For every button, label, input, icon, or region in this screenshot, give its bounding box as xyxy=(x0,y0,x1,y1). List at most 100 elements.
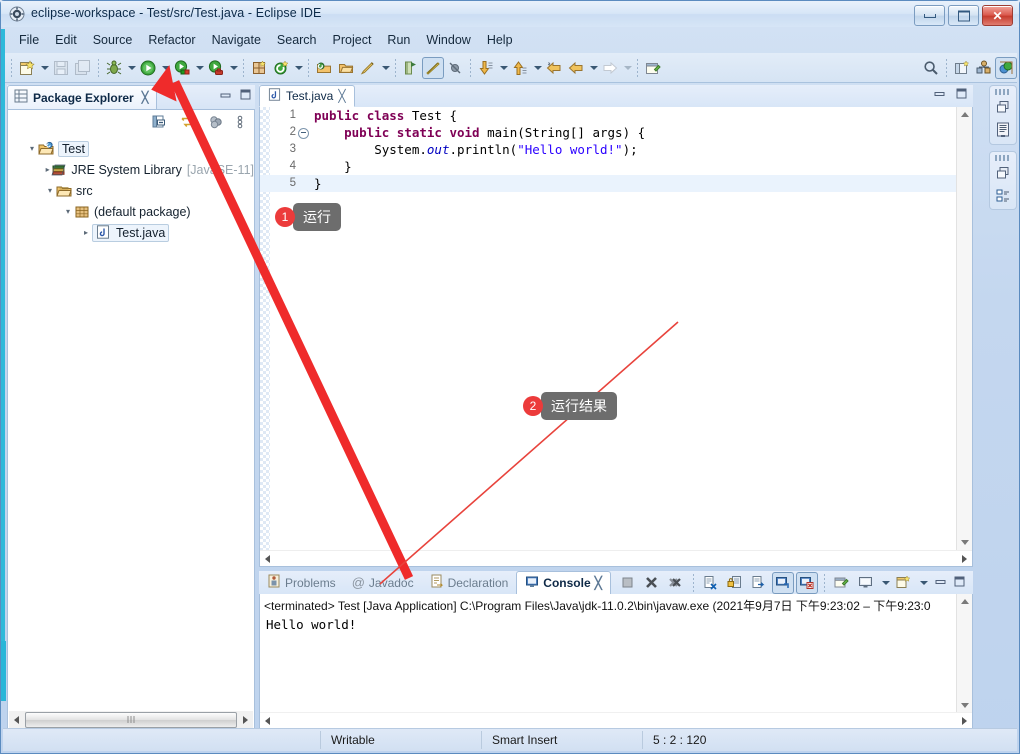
search-icon[interactable] xyxy=(920,57,942,79)
tree-item-jre-library[interactable]: ▸ JRE System Library [JavaSE-11] xyxy=(8,159,254,180)
view-overflow-icon[interactable] xyxy=(236,114,244,133)
open-type-icon[interactable] xyxy=(313,57,335,79)
save-icon[interactable] xyxy=(50,57,72,79)
editor-hscrollbar[interactable] xyxy=(260,550,972,566)
console-hscrollbar[interactable] xyxy=(260,712,972,728)
console-vscrollbar[interactable] xyxy=(956,594,972,713)
scroll-up-icon[interactable] xyxy=(957,594,972,609)
maximize-icon[interactable] xyxy=(954,576,965,590)
twisty-icon[interactable]: ▸ xyxy=(80,228,92,237)
menu-search[interactable]: Search xyxy=(269,31,325,49)
editor-body[interactable]: 1 public class Test {2 public static void… xyxy=(259,107,973,567)
display-selected-console-icon[interactable] xyxy=(855,572,877,594)
code-area[interactable]: 1 public class Test {2 public static void… xyxy=(260,107,957,550)
new-editor-icon[interactable] xyxy=(642,57,664,79)
rail-drag-handle[interactable] xyxy=(995,155,1011,161)
quick-fix-dropdown-icon[interactable] xyxy=(379,57,391,79)
coverage-dropdown-icon[interactable] xyxy=(193,57,205,79)
debug-icon[interactable] xyxy=(103,57,125,79)
new-java-project-icon[interactable] xyxy=(248,57,270,79)
next-annotation-down-icon[interactable] xyxy=(475,57,497,79)
minimize-icon[interactable] xyxy=(934,88,945,102)
clear-console-icon[interactable] xyxy=(700,572,722,594)
debug-dropdown-icon[interactable] xyxy=(125,57,137,79)
package-explorer-hscrollbar[interactable] xyxy=(9,711,253,728)
close-icon[interactable]: ╳ xyxy=(338,89,345,103)
scroll-down-icon[interactable] xyxy=(957,535,972,550)
tab-javadoc[interactable]: @ Javadoc xyxy=(344,571,422,594)
back-icon[interactable] xyxy=(565,57,587,79)
scroll-thumb[interactable] xyxy=(25,711,237,728)
run-coverage-icon[interactable] xyxy=(171,57,193,79)
link-with-editor-icon[interactable] xyxy=(180,114,196,133)
editor-vscrollbar[interactable] xyxy=(956,107,972,550)
menu-source[interactable]: Source xyxy=(85,31,141,49)
open-console-dropdown-icon[interactable] xyxy=(917,572,929,594)
fold-toggle-icon[interactable] xyxy=(298,128,309,139)
close-icon[interactable]: ╳ xyxy=(595,576,602,590)
menu-run[interactable]: Run xyxy=(379,31,418,49)
twisty-icon[interactable]: ▾ xyxy=(62,207,74,216)
menu-edit[interactable]: Edit xyxy=(47,31,85,49)
rail-drag-handle[interactable] xyxy=(995,89,1011,95)
show-console-on-output-icon[interactable] xyxy=(771,571,794,594)
forward-dropdown-icon[interactable] xyxy=(621,57,633,79)
external-tools-dropdown-icon[interactable] xyxy=(227,57,239,79)
terminate-icon[interactable] xyxy=(617,572,639,594)
outline-view-icon[interactable] xyxy=(996,122,1010,141)
new-wizard-dropdown-icon[interactable] xyxy=(38,57,50,79)
scroll-lock-icon[interactable] xyxy=(724,572,746,594)
quick-fix-icon[interactable] xyxy=(357,57,379,79)
tree-item-test-java[interactable]: ▸ Test.java xyxy=(8,222,254,243)
run-dropdown-icon[interactable] xyxy=(159,57,171,79)
minimize-window-button[interactable] xyxy=(914,5,945,26)
hierarchy-view-icon[interactable] xyxy=(996,188,1011,206)
open-perspective-icon[interactable] xyxy=(951,57,973,79)
scroll-up-icon[interactable] xyxy=(957,107,972,122)
tab-problems[interactable]: Problems xyxy=(259,571,344,594)
new-class-icon[interactable] xyxy=(270,57,292,79)
minimize-icon[interactable] xyxy=(220,89,231,103)
tab-test-java[interactable]: Test.java ╳ xyxy=(259,85,355,107)
scroll-left-icon[interactable] xyxy=(9,712,24,727)
twisty-icon[interactable]: ▾ xyxy=(44,186,56,195)
close-window-button[interactable]: ✕ xyxy=(982,5,1013,26)
tree-item-default-package[interactable]: ▾ (default package) xyxy=(8,201,254,222)
previous-annotation-dropdown-icon[interactable] xyxy=(531,57,543,79)
code-line[interactable]: 1 public class Test { xyxy=(260,107,957,124)
maximize-window-button[interactable] xyxy=(948,5,979,26)
menu-refactor[interactable]: Refactor xyxy=(140,31,203,49)
tree-item-project[interactable]: ▾ Test xyxy=(8,138,254,159)
perspective-java-icon[interactable] xyxy=(995,56,1017,79)
twisty-icon[interactable]: ▸ xyxy=(44,165,51,174)
perspective-java-browsing-icon[interactable] xyxy=(973,57,995,79)
display-console-dropdown-icon[interactable] xyxy=(879,572,891,594)
remove-launch-icon[interactable] xyxy=(641,572,663,594)
scroll-right-icon[interactable] xyxy=(238,712,253,727)
scroll-down-icon[interactable] xyxy=(957,698,972,713)
code-line[interactable]: 2 public static void main(String[] args)… xyxy=(260,124,957,141)
code-line[interactable]: 3 System.out.println("Hello world!"); xyxy=(260,141,957,158)
close-icon[interactable]: ╳ xyxy=(142,91,149,104)
minimize-icon[interactable] xyxy=(935,576,946,590)
last-edit-location-icon[interactable] xyxy=(543,57,565,79)
tab-console[interactable]: Console ╳ xyxy=(516,571,611,594)
tree-item-src[interactable]: ▾ src xyxy=(8,180,254,201)
save-all-icon[interactable] xyxy=(72,57,94,79)
new-wizard-icon[interactable] xyxy=(16,57,38,79)
view-menu-icon[interactable] xyxy=(208,114,224,133)
menu-file[interactable]: File xyxy=(11,31,47,49)
code-line[interactable]: 5} xyxy=(260,175,957,192)
restore-icon[interactable] xyxy=(996,166,1010,183)
maximize-icon[interactable] xyxy=(956,88,967,102)
menu-help[interactable]: Help xyxy=(479,31,521,49)
skip-all-breakpoints-icon[interactable] xyxy=(422,56,444,79)
console-body[interactable]: <terminated> Test [Java Application] C:\… xyxy=(259,594,973,729)
next-annotation-dropdown-icon[interactable] xyxy=(497,57,509,79)
scroll-right-icon[interactable] xyxy=(957,713,972,728)
scroll-left-icon[interactable] xyxy=(260,551,275,566)
twisty-icon[interactable]: ▾ xyxy=(26,144,38,153)
toggle-mark-occurrences-icon[interactable] xyxy=(400,57,422,79)
restore-icon[interactable] xyxy=(996,100,1010,117)
new-class-dropdown-icon[interactable] xyxy=(292,57,304,79)
